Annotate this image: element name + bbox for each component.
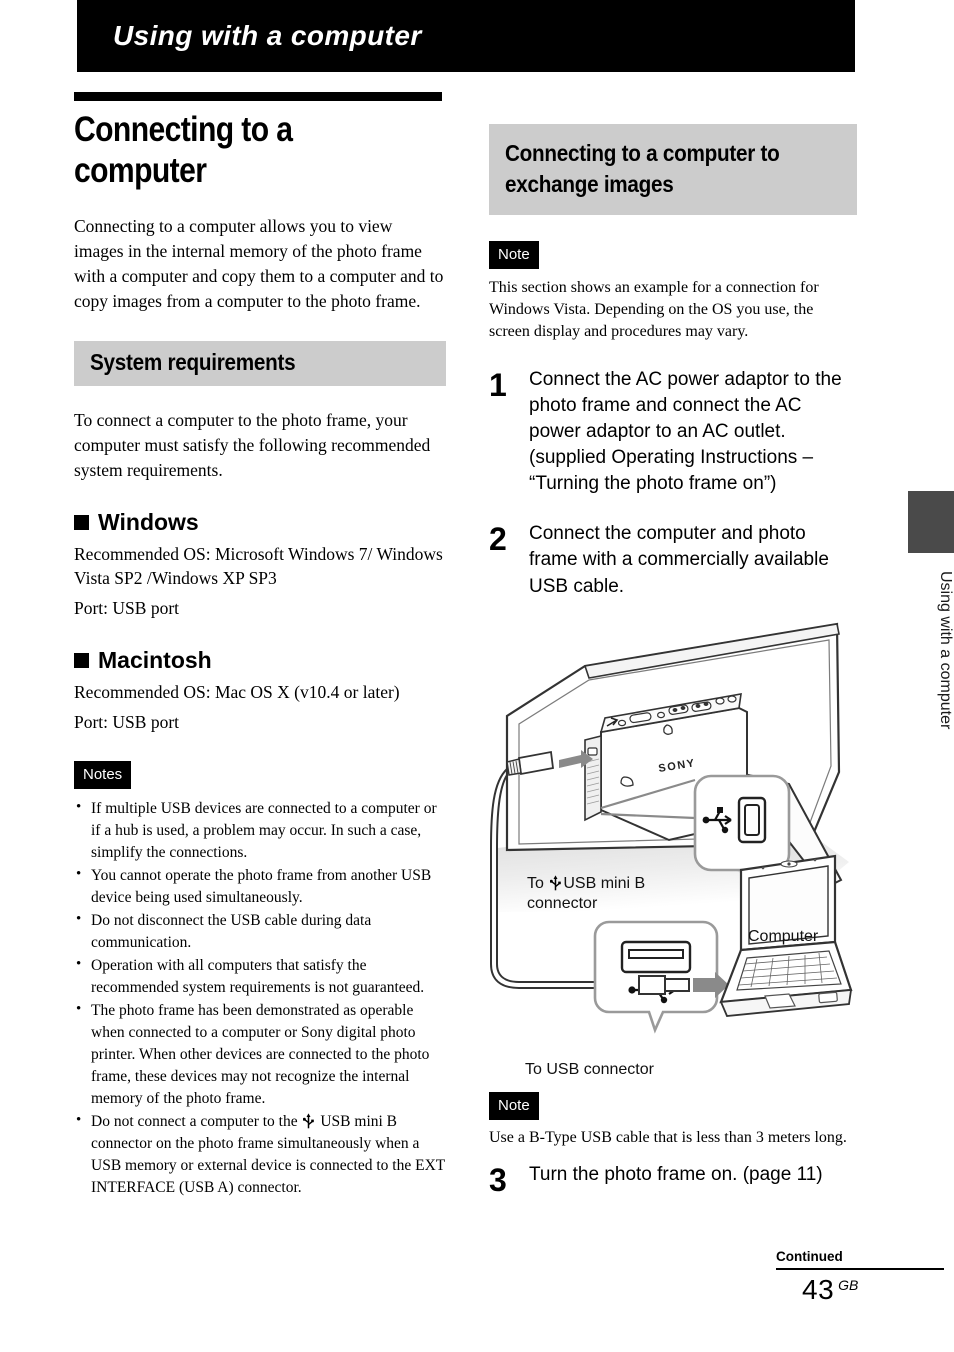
list-item: The photo frame has been demonstrated as… xyxy=(74,999,446,1110)
list-item: Operation with all computers that satisf… xyxy=(74,954,446,999)
frame-mark xyxy=(663,723,673,735)
macintosh-port-line: Port: USB port xyxy=(74,711,180,732)
diagram-svg: SONY xyxy=(490,622,853,1034)
usb-a-plug-grip xyxy=(638,974,666,995)
note-text: Operation with all computers that satisf… xyxy=(91,956,425,996)
mini-b-socket-inner xyxy=(744,803,760,836)
step-3-text: Turn the photo frame on. (page 11) xyxy=(529,1164,823,1186)
left-column: Connecting to a computer Connecting to a… xyxy=(74,92,446,1200)
label-computer: Computer xyxy=(748,927,819,945)
usb-a-plug-tip xyxy=(664,977,690,992)
label-mini-b-before: To xyxy=(527,874,549,892)
usb-a-socket-inner xyxy=(628,948,684,959)
step-3: 3 Turn the photo frame on. (page 11) xyxy=(489,1162,857,1196)
exchange-images-heading: Connecting to a computer to exchange ima… xyxy=(489,124,857,216)
macintosh-os-line: Recommended OS: Mac OS X (v10.4 or later… xyxy=(74,682,400,703)
label-mini-b-line2: connector xyxy=(527,895,598,913)
usb-icon-dot xyxy=(702,816,710,823)
black-square-bullet-icon xyxy=(74,653,89,669)
step-2-text: Connect the computer and photo frame wit… xyxy=(529,523,829,597)
list-item: You cannot operate the photo frame from … xyxy=(74,864,446,909)
list-item: Do not connect a computer to the USB min… xyxy=(74,1110,446,1199)
panel-button-dot xyxy=(703,701,709,706)
macintosh-subheading: Macintosh xyxy=(74,647,446,674)
chapter-title: Using with a computer xyxy=(113,20,422,51)
step-3-number: 3 xyxy=(489,1162,507,1199)
chapter-header-bar: Using with a computer xyxy=(77,0,855,72)
note-text: Do not disconnect the USB cable during d… xyxy=(91,911,372,951)
laptop-side-port xyxy=(818,991,838,1003)
usb-icon-dot xyxy=(628,985,636,994)
panel-button xyxy=(657,711,666,718)
usb-icon-square xyxy=(717,806,723,813)
step-1: 1 Connect the AC power adaptor to the ph… xyxy=(489,367,857,497)
system-requirements-heading: System requirements xyxy=(74,340,446,386)
note-label: Note xyxy=(489,241,539,270)
laptop-trackpad xyxy=(764,992,796,1009)
panel-button xyxy=(715,696,725,705)
page-title: Connecting to a computer xyxy=(74,110,293,190)
panel-button xyxy=(727,694,737,703)
label-mini-b-after: USB mini B xyxy=(563,874,646,892)
section-edge-tab-label: Using with a computer xyxy=(937,571,954,730)
notes-block: Notes If multiple USB devices are connec… xyxy=(74,760,446,1199)
laptop-screen-dot xyxy=(813,858,817,861)
list-item: If multiple USB devices are connected to… xyxy=(74,797,446,864)
section-edge-tab-marker xyxy=(908,491,954,553)
windows-os-line: Recommended OS: Microsoft Windows 7/ Win… xyxy=(74,543,443,589)
top-note-block: Note This section shows an example for a… xyxy=(489,241,857,343)
usb-trident-icon xyxy=(303,1113,315,1129)
continued-label: Continued xyxy=(776,1249,843,1264)
label-usb-mini-b-connector: To USB mini B connector xyxy=(527,874,645,916)
list-item: Do not disconnect the USB cable during d… xyxy=(74,909,446,954)
panel-button-dot xyxy=(695,703,701,708)
usb-trident-icon xyxy=(550,874,562,891)
note-body: This section shows an example for a conn… xyxy=(489,279,819,341)
note-text: The photo frame has been demonstrated as… xyxy=(91,1001,430,1107)
step-2: 2 Connect the computer and photo frame w… xyxy=(489,521,857,599)
note-text: You cannot operate the photo frame from … xyxy=(91,866,432,906)
windows-subheading: Windows xyxy=(74,509,446,536)
right-column: Connecting to a computer to exchange ima… xyxy=(489,97,857,1196)
step-1-text: Connect the AC power adaptor to the phot… xyxy=(529,369,842,495)
label-usb-connector: To USB connector xyxy=(525,1060,654,1078)
panel-button-dot xyxy=(672,707,678,712)
usb-icon-circle xyxy=(721,826,729,833)
notes-list: If multiple USB devices are connected to… xyxy=(74,797,446,1199)
laptop-screen-dot xyxy=(761,866,765,869)
exchange-images-heading-text: Connecting to a computer to exchange ima… xyxy=(505,140,780,197)
note-label: Note xyxy=(489,1091,539,1120)
page-footer: Continued 43 GB xyxy=(776,1249,944,1306)
windows-subheading-text: Windows xyxy=(98,508,199,535)
panel-button-dot xyxy=(680,705,686,710)
system-requirements-intro: To connect a computer to the photo frame… xyxy=(74,409,431,480)
panel-button xyxy=(617,719,627,726)
note-body: Use a B-Type USB cable that is less than… xyxy=(489,1128,847,1146)
region-code: GB xyxy=(838,1277,859,1293)
intro-paragraph: Connecting to a computer allows you to v… xyxy=(74,215,444,311)
step-2-number: 2 xyxy=(489,521,507,558)
mini-b-port xyxy=(587,746,598,756)
bottom-note-block: Note Use a B-Type USB cable that is less… xyxy=(489,1091,857,1149)
step-1-number: 1 xyxy=(489,367,507,404)
windows-port-line: Port: USB port xyxy=(74,598,180,619)
black-square-bullet-icon xyxy=(74,514,89,530)
macintosh-subheading-text: Macintosh xyxy=(98,647,212,674)
footer-rule xyxy=(776,1268,944,1270)
note-text-before-icon: Do not connect a computer to the xyxy=(91,1112,302,1130)
usb-connection-diagram: SONY To USB mini B connector To USB conn… xyxy=(489,612,857,1078)
page-number: 43 xyxy=(802,1274,835,1305)
note-text: If multiple USB devices are connected to… xyxy=(91,799,437,861)
laptop-webcam-lens xyxy=(787,861,791,866)
page-number-line: 43 GB xyxy=(776,1274,944,1306)
usb-icon-circle xyxy=(660,996,668,1003)
notes-label: Notes xyxy=(74,760,132,789)
system-requirements-heading-text: System requirements xyxy=(90,348,296,375)
title-rule xyxy=(74,92,442,101)
